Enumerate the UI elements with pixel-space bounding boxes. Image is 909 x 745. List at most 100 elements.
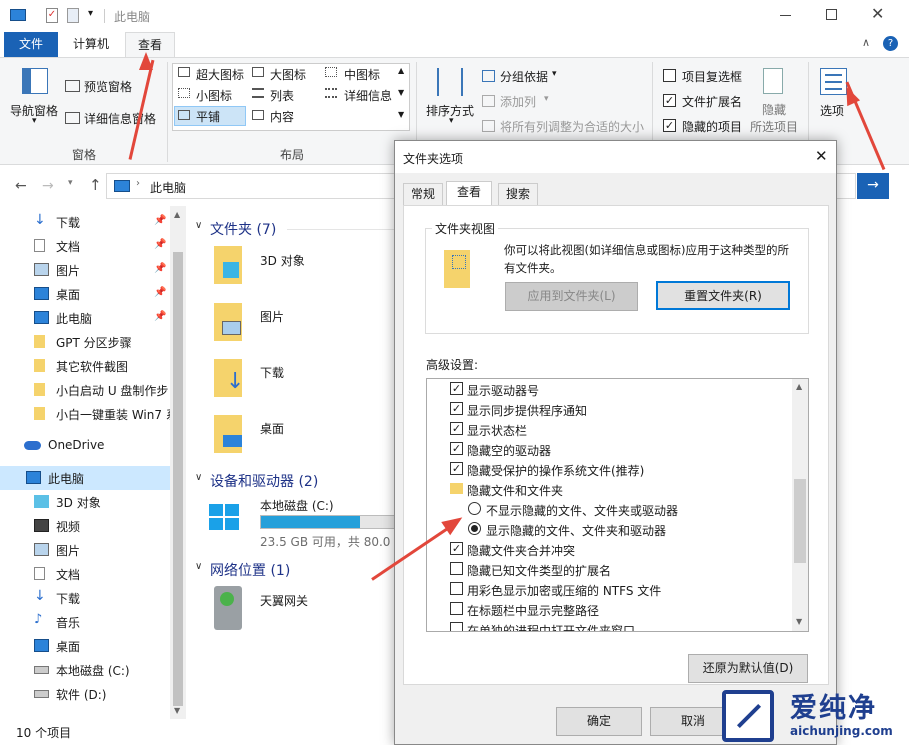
advanced-setting-row[interactable]: ✓ 显示驱动器号	[427, 379, 797, 399]
file-extensions-checkbox[interactable]: ✓	[663, 94, 676, 107]
nav-item-onedrive[interactable]: OneDrive	[0, 434, 170, 458]
folder-item[interactable]: 3D 对象	[260, 252, 305, 269]
chevron-up-icon[interactable]: ∧	[862, 36, 870, 49]
nav-item-this-pc[interactable]: 此电脑	[0, 466, 170, 490]
forward-icon[interactable]: →	[42, 178, 54, 194]
nav-item-folder[interactable]: 小白一键重装 Win7 系	[0, 402, 170, 426]
tab-view[interactable]: 查看	[125, 32, 175, 59]
pin-icon[interactable]: 📌	[154, 311, 166, 322]
nav-item-documents[interactable]: 文档	[0, 562, 170, 586]
folder-pictures-icon[interactable]	[214, 303, 242, 341]
advanced-setting-row[interactable]: ✓ 隐藏文件夹合并冲突	[427, 539, 797, 559]
setting-checkbox[interactable]	[450, 582, 463, 595]
close-icon[interactable]: ✕	[815, 147, 828, 165]
advanced-setting-row[interactable]: 用彩色显示加密或压缩的 NTFS 文件	[427, 579, 797, 599]
advanced-scrollbar[interactable]: ▲ ▼	[792, 379, 808, 631]
setting-checkbox[interactable]: ✓	[450, 402, 463, 415]
folder-item[interactable]: 下载	[260, 364, 284, 381]
scroll-down-icon[interactable]: ▼	[174, 706, 180, 715]
advanced-setting-row[interactable]: ✓ 显示状态栏	[427, 419, 797, 439]
setting-checkbox[interactable]: ✓	[450, 422, 463, 435]
nav-scrollbar[interactable]: ▲ ▼	[170, 206, 186, 719]
nav-item-music[interactable]: ♪ 音乐	[0, 610, 170, 634]
advanced-setting-row[interactable]: ✓ 隐藏受保护的操作系统文件(推荐)	[427, 459, 797, 479]
maximize-icon[interactable]	[826, 9, 837, 20]
nav-item-this-pc-quick[interactable]: 此电脑 📌	[0, 306, 170, 330]
back-icon[interactable]: ←	[15, 178, 27, 194]
up-icon[interactable]: ↑	[89, 176, 102, 194]
fit-columns-button[interactable]: 将所有列调整为合适的大小	[500, 118, 644, 135]
network-group-header[interactable]: 网络位置 (1)	[210, 560, 290, 580]
add-columns-button[interactable]: 添加列	[500, 93, 536, 110]
folder-downloads-icon[interactable]: ↓	[214, 359, 244, 397]
options-button[interactable]: 选项	[820, 102, 844, 119]
advanced-setting-row[interactable]: 在标题栏中显示完整路径	[427, 599, 797, 619]
tab-search[interactable]: 搜索	[498, 183, 538, 205]
chevron-down-icon[interactable]: ▾	[552, 69, 557, 79]
layout-tiles[interactable]: 平铺	[196, 108, 220, 125]
scroll-down-icon[interactable]: ▼	[796, 617, 802, 626]
new-folder-icon[interactable]	[67, 8, 79, 23]
setting-checkbox[interactable]: ✓	[450, 382, 463, 395]
apply-to-folders-button[interactable]: 应用到文件夹(L)	[505, 282, 638, 311]
layout-details[interactable]: 详细信息	[344, 87, 392, 104]
setting-checkbox[interactable]: ✓	[450, 542, 463, 555]
nav-item-folder[interactable]: GPT 分区步骤	[0, 330, 170, 354]
setting-checkbox[interactable]: ✓	[450, 442, 463, 455]
chevron-right-icon[interactable]: ›	[136, 178, 140, 189]
advanced-setting-row[interactable]: 显示隐藏的文件、文件夹和驱动器	[427, 519, 797, 539]
windows-drive-icon[interactable]	[209, 504, 241, 538]
quick-access-dropdown-icon[interactable]: ▾	[88, 8, 93, 19]
layout-content[interactable]: 内容	[270, 108, 294, 125]
folders-group-header[interactable]: 文件夹 (7)	[210, 219, 276, 239]
setting-checkbox[interactable]	[450, 622, 463, 631]
layout-small-icons[interactable]: 小图标	[196, 87, 232, 104]
options-icon[interactable]	[820, 68, 847, 95]
network-device-icon[interactable]	[214, 586, 242, 630]
nav-item-folder[interactable]: 其它软件截图	[0, 354, 170, 378]
go-button[interactable]: →	[857, 173, 889, 199]
nav-item-videos[interactable]: 视频	[0, 514, 170, 538]
nav-item-pictures[interactable]: 图片 📌	[0, 258, 170, 282]
layout-large-icons[interactable]: 大图标	[270, 66, 306, 83]
setting-radio[interactable]	[468, 502, 481, 515]
chevron-down-icon[interactable]: ▾	[544, 94, 549, 104]
tab-view[interactable]: 查看	[446, 181, 492, 206]
folder-item[interactable]: 图片	[260, 308, 284, 325]
advanced-setting-row[interactable]: 隐藏已知文件类型的扩展名	[427, 559, 797, 579]
chevron-down-icon[interactable]: ∨	[195, 561, 202, 572]
hidden-items-checkbox[interactable]: ✓	[663, 119, 676, 132]
advanced-setting-row[interactable]: ✓ 隐藏空的驱动器	[427, 439, 797, 459]
network-item[interactable]: 天翼网关	[260, 592, 308, 609]
nav-item-downloads[interactable]: ↓ 下载 📌	[0, 210, 170, 234]
setting-radio[interactable]	[468, 522, 481, 535]
chevron-down-icon[interactable]: ▾	[449, 116, 454, 126]
nav-item-pictures[interactable]: 图片	[0, 538, 170, 562]
devices-group-header[interactable]: 设备和驱动器 (2)	[210, 471, 318, 491]
advanced-setting-row[interactable]: 在单独的进程中打开文件夹窗口	[427, 619, 797, 631]
gallery-scroll-down-icon[interactable]: ▼	[398, 88, 404, 97]
preview-pane-button[interactable]: 预览窗格	[84, 78, 132, 95]
pin-icon[interactable]: 📌	[154, 215, 166, 226]
layout-xl-icons[interactable]: 超大图标	[196, 66, 244, 83]
nav-item-documents[interactable]: 文档 📌	[0, 234, 170, 258]
ok-button[interactable]: 确定	[556, 707, 642, 736]
help-icon[interactable]: ?	[883, 36, 898, 51]
reset-folders-button[interactable]: 重置文件夹(R)	[656, 281, 790, 310]
scroll-thumb[interactable]	[794, 479, 806, 563]
pin-icon[interactable]: 📌	[154, 239, 166, 250]
scroll-thumb[interactable]	[173, 252, 183, 706]
scroll-up-icon[interactable]: ▲	[174, 210, 180, 219]
setting-checkbox[interactable]	[450, 562, 463, 575]
nav-item-desktop[interactable]: 桌面 📌	[0, 282, 170, 306]
recent-locations-icon[interactable]: ▾	[68, 178, 73, 188]
group-by-button[interactable]: 分组依据	[500, 68, 548, 85]
advanced-setting-row[interactable]: 不显示隐藏的文件、文件夹或驱动器	[427, 499, 797, 519]
advanced-setting-row[interactable]: 隐藏文件和文件夹	[427, 479, 797, 499]
nav-item-drive-d[interactable]: 软件 (D:)	[0, 682, 170, 706]
layout-list[interactable]: 列表	[270, 87, 294, 104]
layout-medium-icons[interactable]: 中图标	[344, 66, 380, 83]
navigation-pane-icon[interactable]	[22, 68, 48, 94]
nav-item-folder[interactable]: 小白启动 U 盘制作步	[0, 378, 170, 402]
advanced-setting-row[interactable]: ✓ 显示同步提供程序通知	[427, 399, 797, 419]
